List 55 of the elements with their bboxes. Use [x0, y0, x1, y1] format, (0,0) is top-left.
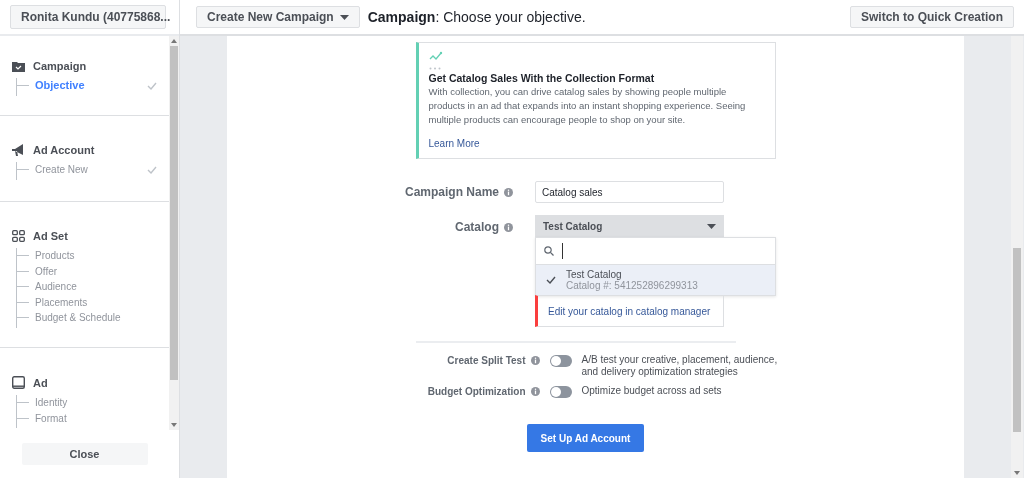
scrollbar-track[interactable] [169, 36, 179, 430]
info-icon [530, 356, 540, 365]
check-icon [546, 276, 556, 284]
step-link[interactable]: Offer [35, 263, 157, 279]
step-link[interactable]: Objective [35, 78, 147, 94]
step-link[interactable]: Audience [35, 279, 157, 295]
step-link[interactable]: Budget & Schedule [35, 310, 157, 326]
toggle-label: Create Split Test [389, 353, 540, 366]
card-title: Get Catalog Sales With the Collection Format [428, 72, 656, 84]
scroll-down-icon[interactable] [171, 423, 177, 427]
section-title: Ad [33, 376, 48, 389]
section-title: Ad Account [33, 144, 95, 156]
chart-sparkle-icon [428, 51, 443, 62]
set-up-account-button[interactable]: Set Up Ad Account [527, 424, 644, 452]
step-link[interactable]: Identity [35, 395, 157, 411]
toggle-description: A/B test your creative, placement, audience, and delivery optimization strategies [581, 353, 779, 378]
campaign-name-field[interactable]: Catalog sales [535, 181, 724, 203]
catalog-option[interactable]: Test Catalog Catalog #: 541252896299313 [536, 265, 775, 295]
step-link[interactable]: Create New [35, 162, 147, 178]
field-label: Catalog [373, 215, 513, 234]
card-description: With collection, you can drive catalog sales by showing people multiple products in an ad that expands into an instant shopping experience. Seeing multiple products can encourage people to shop on your site. [428, 85, 747, 127]
step-link[interactable]: Products [35, 248, 157, 264]
quick-creation-button[interactable]: Switch to Quick Creation [849, 6, 1014, 28]
catalog-dropdown[interactable]: Test Catalog [535, 215, 724, 237]
toggle-switch[interactable] [549, 386, 572, 398]
caret-icon [339, 14, 349, 20]
section-title: Ad Set [33, 230, 68, 242]
info-icon [530, 387, 540, 396]
info-icon [504, 222, 513, 232]
create-campaign-dropdown[interactable]: Create New Campaign [196, 6, 360, 28]
scroll-up-icon[interactable] [171, 39, 177, 43]
tablet-icon [12, 376, 25, 389]
step-link[interactable]: Placements [35, 294, 157, 310]
close-button[interactable]: Close [21, 443, 148, 465]
check-icon [147, 81, 157, 90]
grid-icon [12, 230, 25, 242]
learn-more-link[interactable]: Learn More [428, 138, 763, 149]
folder-check-icon [12, 60, 25, 72]
toggle-label: Budget Optimization [389, 384, 540, 397]
section-title: Campaign [33, 60, 87, 72]
caret-icon [707, 223, 716, 229]
scrollbar-thumb[interactable] [170, 46, 178, 380]
megaphone-icon [12, 144, 25, 156]
info-icon [504, 187, 513, 197]
page-title: Campaign: Choose your objective. [367, 9, 587, 25]
scrollbar-thumb[interactable] [1013, 248, 1021, 432]
check-icon [147, 165, 157, 174]
scroll-down-icon[interactable] [1014, 471, 1020, 475]
field-label: Campaign Name [373, 181, 513, 199]
toggle-switch[interactable] [549, 355, 572, 367]
scrollbar-track[interactable] [1011, 36, 1023, 478]
step-link[interactable]: Format [35, 410, 157, 426]
catalog-manager-link[interactable]: Edit your catalog in catalog manager [548, 305, 711, 317]
search-icon [544, 246, 554, 256]
toggle-description: Optimize budget across ad sets [581, 384, 723, 397]
